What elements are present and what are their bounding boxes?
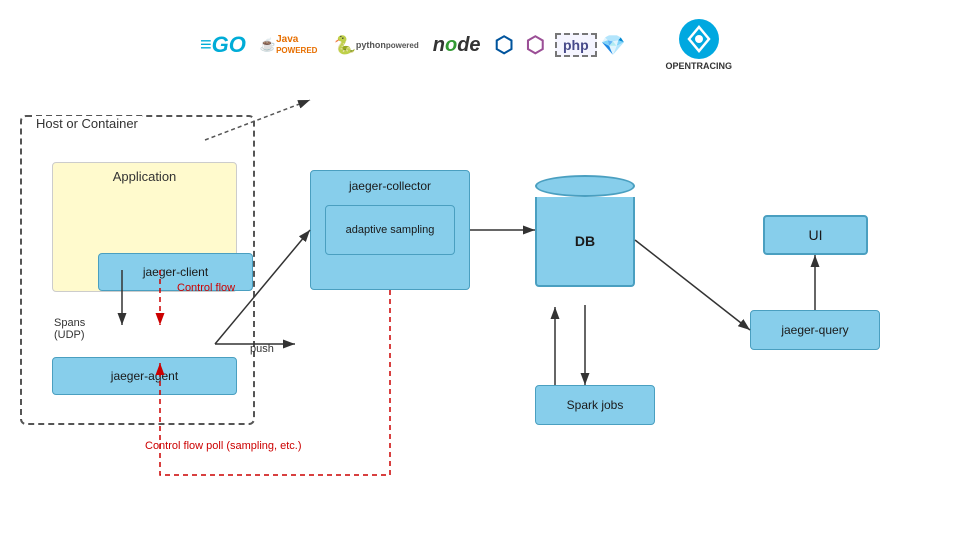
spark-jobs-box: Spark jobs [535,385,655,425]
ui-box: UI [763,215,868,255]
cpp-logo: ⬡ [495,32,514,58]
jaeger-agent-box: jaeger-agent [52,357,237,395]
node-logo: node [433,34,481,57]
application-label: Application [53,163,236,190]
opentracing-text: OPENTRACING [666,61,733,71]
host-label: Host or Container [32,116,142,131]
php-text: php [555,33,597,57]
application-box: Application jaeger-client [52,162,237,292]
collector-label: jaeger-collector [311,171,469,201]
python-logo: 🐍pythonpowered [333,35,418,56]
jaeger-query-box: jaeger-query [750,310,880,350]
db-body: DB [535,197,635,287]
db-box: DB [535,175,635,305]
architecture-diagram: Host or Container Application jaeger-cli… [0,85,960,540]
opentracing-logo: OPENTRACING [666,19,733,71]
control-flow-label: Control flow [177,282,235,294]
control-flow-poll-label: Control flow poll (sampling, etc.) [145,440,302,452]
host-container-box: Host or Container Application jaeger-cli… [20,115,255,425]
csharp-logo: ⬡ [526,32,545,58]
ruby-logo: 💎 [601,33,626,58]
logo-bar: ≡GO ☕JavaPOWERED 🐍pythonpowered node ⬡ ⬡… [200,20,900,70]
spans-label: Spans(UDP) [54,317,85,341]
opentracing-icon [679,19,719,59]
go-logo: ≡GO [200,32,246,58]
push-label: push [250,343,274,355]
db-top [535,175,635,197]
adaptive-sampling-box: adaptive sampling [325,205,455,255]
java-logo: ☕JavaPOWERED [260,34,318,56]
php-logo: php 💎 [555,33,626,58]
